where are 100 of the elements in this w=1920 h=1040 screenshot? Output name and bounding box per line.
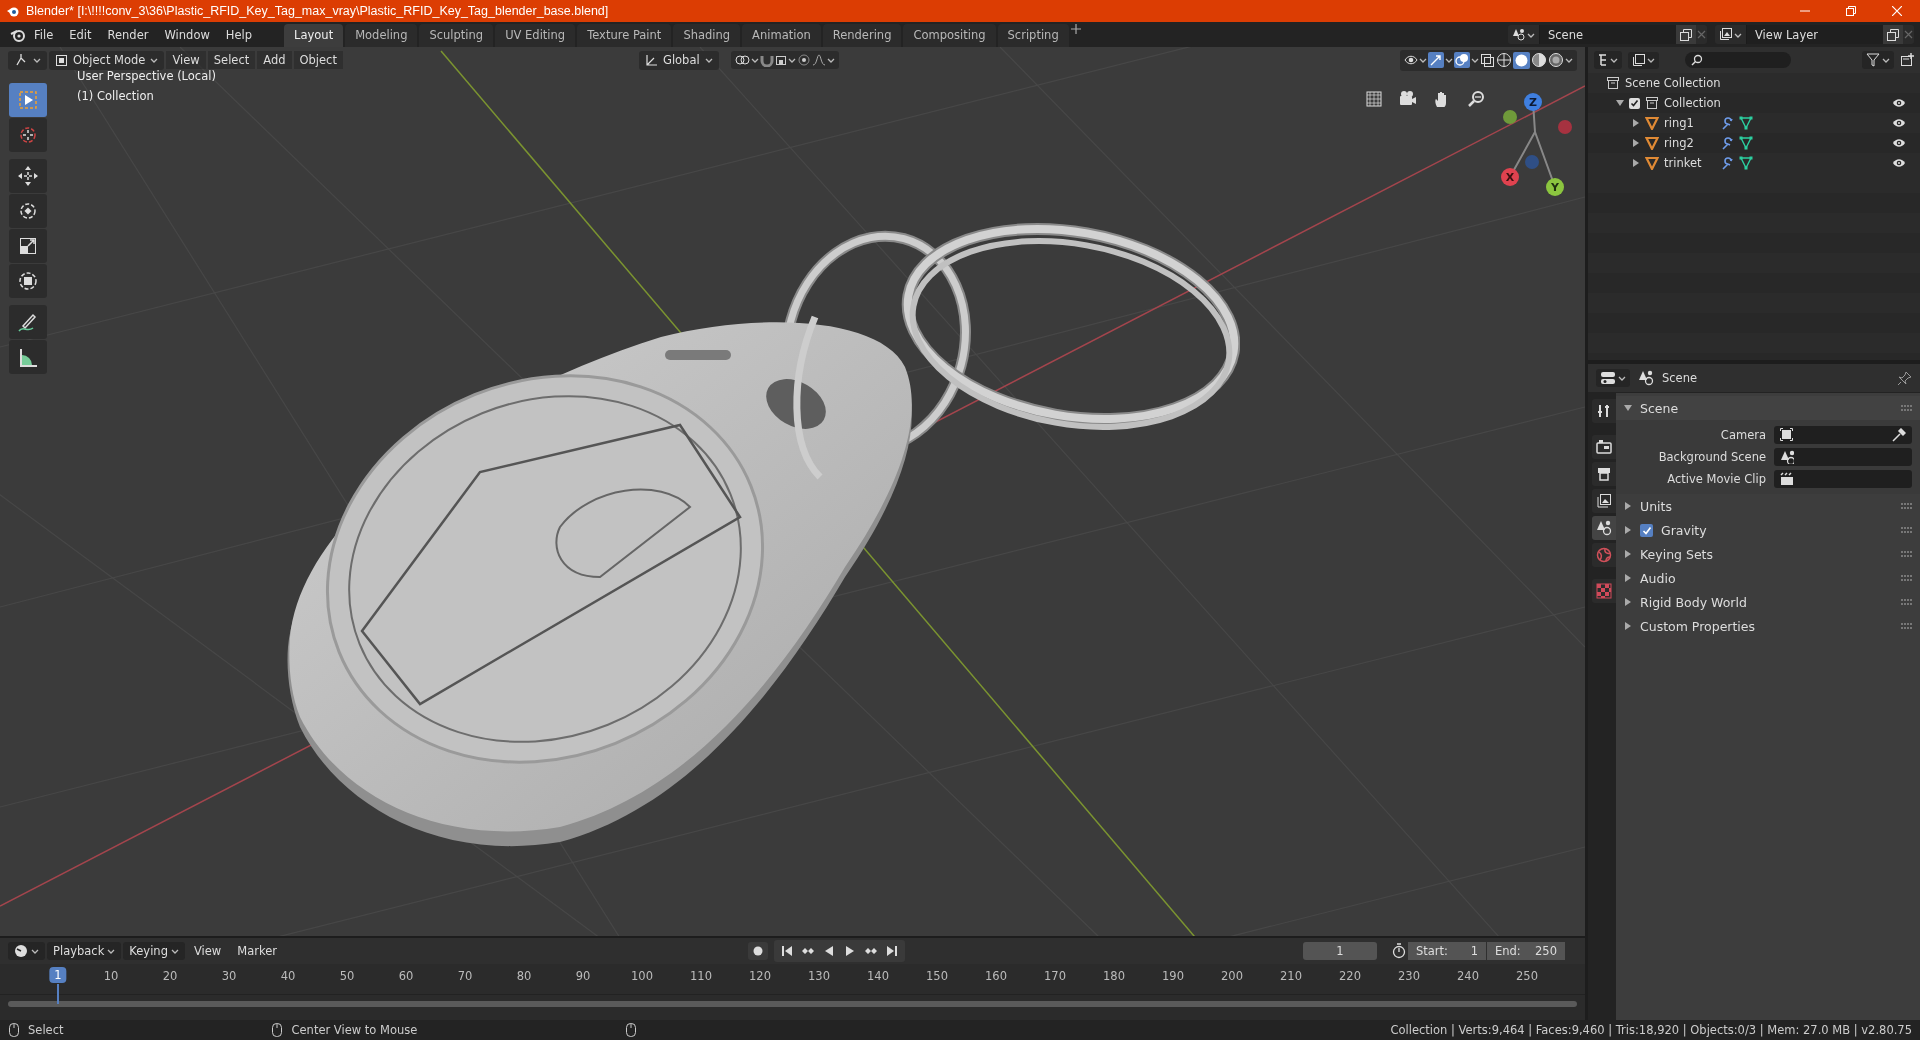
play-icon[interactable]	[844, 945, 856, 957]
editor-type-button[interactable]	[8, 942, 45, 960]
menu-item[interactable]: Marker	[230, 942, 284, 960]
properties-tab[interactable]	[1592, 462, 1616, 486]
close-icon[interactable]	[1696, 29, 1707, 40]
display-mode-button[interactable]	[1594, 51, 1622, 69]
workspace-tab[interactable]: Layout	[284, 24, 344, 47]
falloff-curve-icon[interactable]	[811, 53, 826, 67]
workspace-tab[interactable]: Texture Paint	[577, 24, 672, 47]
collapsed-arrow-icon[interactable]	[1632, 159, 1640, 167]
object-field[interactable]	[1774, 426, 1912, 444]
drag-handle-icon[interactable]	[1901, 623, 1912, 629]
jump-end-icon[interactable]	[886, 945, 898, 957]
checkbox[interactable]	[1640, 523, 1653, 537]
tool-button[interactable]	[9, 340, 47, 374]
wireframe-shading-icon[interactable]	[1496, 52, 1512, 68]
navigation-gizmo-drawing[interactable]: X Y Z	[1490, 92, 1575, 198]
outliner-item[interactable]: ring2	[1664, 136, 1716, 150]
visibility-icon[interactable]	[1892, 117, 1906, 129]
snap-increment-icon[interactable]	[774, 53, 787, 67]
scene-field[interactable]: Scene	[1540, 25, 1676, 44]
snap-magnet-icon[interactable]	[759, 53, 774, 67]
visibility-icon[interactable]	[1892, 157, 1906, 169]
workspace-tab[interactable]: Shading	[673, 24, 741, 47]
collapsed-arrow-icon[interactable]	[1632, 119, 1640, 127]
new-button[interactable]	[1676, 25, 1696, 44]
tool-button[interactable]	[9, 264, 47, 298]
play-reverse-icon[interactable]	[823, 945, 835, 957]
start-frame-field[interactable]: Start: 1	[1408, 942, 1486, 960]
collapsed-arrow-icon[interactable]	[1632, 139, 1640, 147]
menu-dropdown[interactable]: Playback	[47, 942, 122, 960]
overlay-toggle-icon[interactable]	[1454, 52, 1470, 68]
panel-header[interactable]: Custom Properties	[1616, 614, 1920, 638]
new-collection-icon[interactable]	[1900, 53, 1914, 67]
pivot-icon[interactable]	[734, 53, 750, 67]
menu-item[interactable]: Edit	[61, 24, 100, 45]
menu-item[interactable]: View	[166, 51, 206, 69]
outliner-item[interactable]: trinket	[1664, 156, 1716, 170]
drag-handle-icon[interactable]	[1901, 575, 1912, 581]
menu-item[interactable]: Select	[207, 51, 256, 69]
search-field[interactable]	[1685, 52, 1791, 68]
collapsed-arrow-icon[interactable]	[1624, 526, 1632, 534]
tool-button[interactable]	[9, 159, 47, 193]
drag-handle-icon[interactable]	[1901, 503, 1912, 509]
panel-header[interactable]: Gravity	[1616, 518, 1920, 542]
tool-button[interactable]	[9, 305, 47, 339]
restore-icon[interactable]	[1846, 6, 1856, 16]
drag-handle-icon[interactable]	[1901, 599, 1912, 605]
menu-item[interactable]: Window	[156, 24, 218, 45]
new-button[interactable]	[1883, 25, 1903, 44]
add-workspace-icon[interactable]	[1070, 24, 1081, 34]
collapsed-arrow-icon[interactable]	[1624, 502, 1632, 510]
material-shading-icon[interactable]	[1531, 52, 1547, 68]
visibility-icon[interactable]	[1892, 97, 1906, 109]
grid-icon[interactable]	[1365, 90, 1383, 108]
outliner-item[interactable]: ring1	[1664, 116, 1716, 130]
visibility-icon[interactable]	[1404, 53, 1418, 67]
menu-item[interactable]: Render	[99, 24, 157, 45]
stopwatch-icon[interactable]	[1391, 943, 1407, 959]
next-keyframe-icon[interactable]	[865, 945, 877, 957]
solid-shading-icon[interactable]	[1513, 51, 1530, 69]
drag-handle-icon[interactable]	[1901, 527, 1912, 533]
filter-button[interactable]	[1862, 51, 1894, 69]
workspace-tab[interactable]: Compositing	[903, 24, 996, 47]
menu-dropdown[interactable]: Keying	[123, 942, 185, 960]
view-layer-field[interactable]: View Layer	[1747, 25, 1883, 44]
panel-header[interactable]: Scene	[1616, 396, 1920, 420]
properties-tab[interactable]	[1592, 435, 1616, 459]
tool-button[interactable]	[9, 194, 47, 228]
workspace-tab[interactable]: Modeling	[345, 24, 418, 47]
menu-item[interactable]: Help	[217, 24, 261, 45]
panel-header[interactable]: Rigid Body World	[1616, 590, 1920, 614]
expanded-arrow-icon[interactable]	[1616, 99, 1624, 107]
menu-item[interactable]: View	[186, 942, 229, 960]
collapsed-arrow-icon[interactable]	[1624, 574, 1632, 582]
menu-item[interactable]: Object	[293, 51, 343, 69]
collapsed-arrow-icon[interactable]	[1624, 550, 1632, 558]
tool-button[interactable]	[9, 229, 47, 263]
eyedropper-icon[interactable]	[1891, 428, 1906, 442]
current-frame-field[interactable]: 1	[1303, 942, 1377, 960]
timeline-scrollbar[interactable]	[8, 1001, 1577, 1007]
expanded-arrow-icon[interactable]	[1624, 404, 1632, 412]
rendered-shading-icon[interactable]	[1548, 52, 1564, 68]
xray-icon[interactable]	[1480, 52, 1495, 68]
workspace-tab[interactable]: UV Editing	[495, 24, 576, 47]
menu-item[interactable]: Add	[257, 51, 292, 69]
visibility-icon[interactable]	[1892, 137, 1906, 149]
collapsed-arrow-icon[interactable]	[1624, 622, 1632, 630]
panel-header[interactable]: Audio	[1616, 566, 1920, 590]
outliner-item[interactable]: Collection	[1664, 96, 1721, 110]
checkbox[interactable]	[1629, 97, 1640, 109]
panel-header[interactable]: Keying Sets	[1616, 542, 1920, 566]
properties-tab[interactable]	[1592, 489, 1616, 513]
properties-tab[interactable]	[1592, 399, 1616, 423]
drag-handle-icon[interactable]	[1901, 551, 1912, 557]
record-button[interactable]	[748, 942, 768, 960]
workspace-tab[interactable]: Sculpting	[419, 24, 494, 47]
close-icon[interactable]	[1903, 29, 1914, 40]
end-frame-field[interactable]: End: 250	[1487, 942, 1565, 960]
pin-icon[interactable]	[1897, 370, 1912, 386]
